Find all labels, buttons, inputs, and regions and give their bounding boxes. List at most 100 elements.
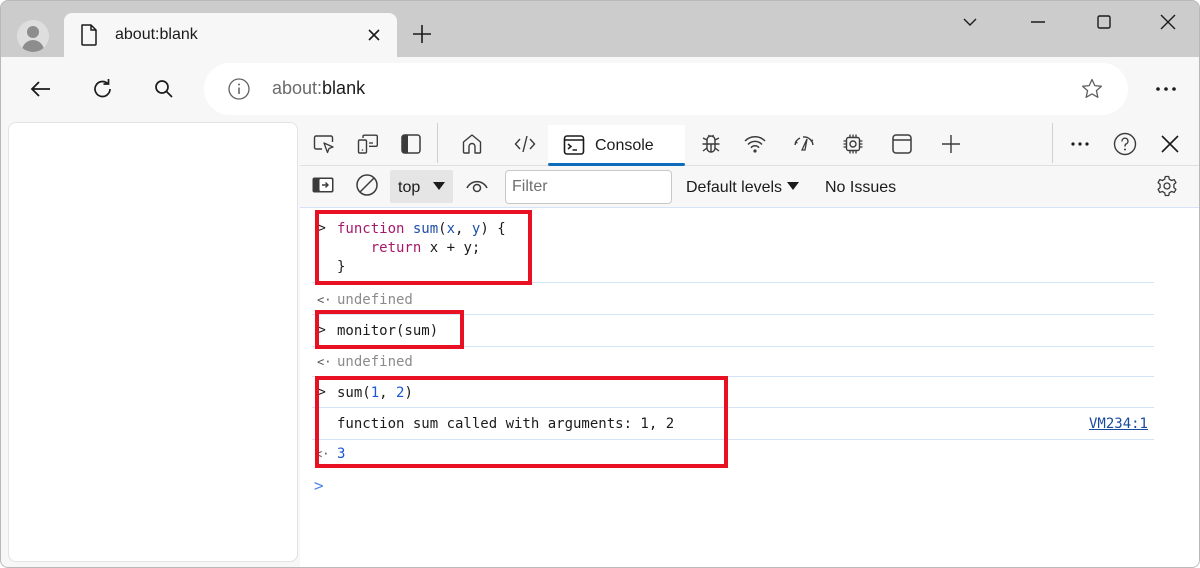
console-input-message: > sum(1, 2) <box>312 379 1154 408</box>
customize-devtools-button[interactable] <box>1065 129 1095 159</box>
more-tools-button[interactable] <box>936 129 966 159</box>
back-button[interactable] <box>25 73 57 105</box>
result-value: undefined <box>337 354 413 370</box>
web-page-viewport[interactable] <box>8 122 298 562</box>
window-icon <box>892 134 912 154</box>
tab-application[interactable] <box>887 129 917 159</box>
device-emulation-icon <box>357 134 378 154</box>
console-icon <box>563 135 585 155</box>
page-icon <box>81 24 97 46</box>
console-result-message: <· undefined <box>312 349 1154 377</box>
search-icon <box>155 80 173 98</box>
refresh-icon <box>94 79 111 98</box>
close-devtools-button[interactable] <box>1155 129 1185 159</box>
code-line: return x + y; <box>370 240 481 256</box>
avatar-head <box>27 26 39 38</box>
gauge-icon <box>794 136 814 151</box>
wifi-icon <box>744 136 766 153</box>
result-value: undefined <box>337 292 413 308</box>
console-log-message: function sum called with arguments: 1, 2… <box>312 409 1154 440</box>
gear-icon <box>1157 175 1177 197</box>
tab-close-button[interactable] <box>363 24 385 46</box>
profile-avatar[interactable] <box>17 20 49 52</box>
show-sidebar-icon <box>312 177 334 193</box>
url-host: blank <box>322 78 366 98</box>
tab-sources[interactable] <box>696 129 726 159</box>
filter-input[interactable] <box>505 170 672 204</box>
new-tab-button[interactable] <box>407 19 437 49</box>
input-prompt-icon: > <box>318 385 326 400</box>
more-horizontal-icon <box>1156 87 1176 91</box>
tab-welcome[interactable] <box>457 129 487 159</box>
live-expression-button[interactable] <box>462 170 492 200</box>
home-icon <box>462 134 482 154</box>
caret-down-icon <box>787 182 800 190</box>
console-input-message: > function sum(x, y) { return x + y; } <box>312 219 1154 283</box>
inspect-element-button[interactable] <box>309 129 339 159</box>
result-arrow-icon: <· <box>315 447 330 461</box>
help-icon <box>1113 132 1137 156</box>
code-token: sum( <box>337 385 371 401</box>
code-line: } <box>337 259 346 275</box>
context-selector[interactable]: top <box>390 170 453 203</box>
browser-tab[interactable]: about:blank <box>64 13 397 58</box>
toolbar-divider <box>1052 123 1053 163</box>
code-line: monitor(sum) <box>337 323 439 339</box>
devtools-tab-bar: Console <box>300 121 1199 166</box>
browser-window: about:blank about:blank Console top Filt… <box>0 0 1200 568</box>
result-value: 3 <box>337 446 346 462</box>
refresh-button[interactable] <box>87 73 119 105</box>
close-icon <box>1161 135 1179 153</box>
tab-console[interactable]: Console <box>548 125 685 166</box>
caret-down-icon <box>433 182 445 190</box>
console-toolbar: top Default levels No Issues <box>300 166 1199 208</box>
tab-performance[interactable] <box>789 129 819 159</box>
log-text: function sum called with arguments: 1, 2 <box>337 416 675 432</box>
console-settings-button[interactable] <box>1152 171 1182 201</box>
help-button[interactable] <box>1110 129 1140 159</box>
tab-elements[interactable] <box>510 129 540 159</box>
tab-network[interactable] <box>740 129 770 159</box>
url-text[interactable]: about:blank <box>272 78 365 99</box>
info-icon[interactable] <box>228 78 250 100</box>
code-line: sum(1, 2) <box>337 383 413 403</box>
tab-actions-button[interactable] <box>950 9 990 39</box>
plus-icon <box>942 135 960 153</box>
maximize-button[interactable] <box>1084 9 1124 39</box>
console-result-message: <· 3 <box>312 441 1154 469</box>
console-input-prompt[interactable]: > <box>314 476 324 495</box>
code-token: , <box>379 385 397 401</box>
arrow-left-icon <box>30 81 50 97</box>
content-area: Console top Filter Default levels No Iss… <box>1 121 1199 567</box>
address-bar[interactable]: about:blank <box>204 63 1128 115</box>
devtools-panel: Console top Filter Default levels No Iss… <box>300 121 1199 567</box>
issues-counter[interactable]: No Issues <box>825 179 896 197</box>
tab-title: about:blank <box>115 26 198 43</box>
close-icon <box>1160 14 1176 30</box>
eye-icon <box>466 180 488 193</box>
settings-and-more-button[interactable] <box>1151 77 1181 101</box>
star-icon[interactable] <box>1080 77 1104 101</box>
close-window-button[interactable] <box>1148 9 1188 39</box>
input-prompt-icon: > <box>318 221 326 236</box>
chip-icon <box>843 134 863 154</box>
dock-side-button[interactable] <box>396 129 426 159</box>
context-value: top <box>398 179 421 196</box>
close-icon <box>368 29 380 41</box>
result-arrow-icon: <· <box>317 355 332 369</box>
tab-memory[interactable] <box>838 129 868 159</box>
minimize-icon <box>1031 21 1045 23</box>
show-sidebar-button[interactable] <box>308 170 338 200</box>
plus-icon <box>413 25 431 43</box>
log-levels-dropdown[interactable]: Default levels <box>686 179 800 197</box>
source-link[interactable]: VM234:1 <box>1089 414 1148 434</box>
search-button[interactable] <box>148 73 180 105</box>
minimize-button[interactable] <box>1018 9 1058 39</box>
url-scheme: about: <box>272 78 323 98</box>
tab-console-label: Console <box>595 137 654 154</box>
chevron-down-icon <box>963 18 977 26</box>
clear-console-button[interactable] <box>352 170 382 200</box>
avatar-body <box>22 40 44 52</box>
device-emulation-button[interactable] <box>353 129 383 159</box>
bug-icon <box>702 134 720 153</box>
